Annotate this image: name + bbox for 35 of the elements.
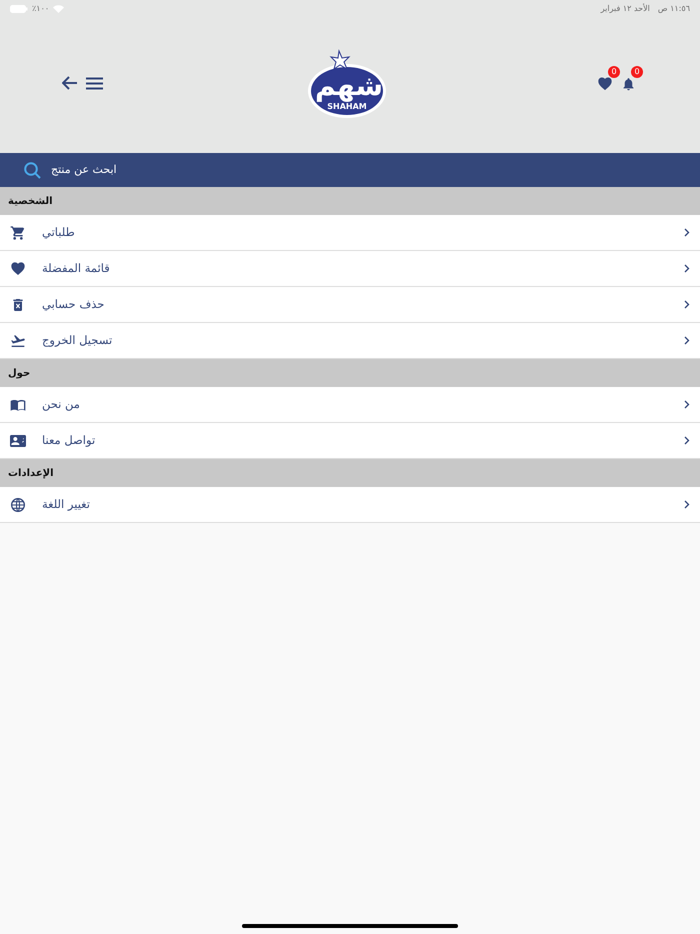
chevron-right-icon [684, 300, 690, 309]
contact-card-icon [10, 432, 26, 448]
cart-icon [10, 224, 26, 240]
section-header: الشخصية [8, 194, 53, 208]
menu-item[interactable]: طلباتي [0, 215, 700, 251]
battery-icon [10, 5, 28, 13]
menu-item[interactable]: من نحن [0, 387, 700, 423]
menu-item[interactable]: تغيير اللغة [0, 487, 700, 523]
chevron-right-icon [684, 436, 690, 445]
search-icon[interactable] [24, 162, 41, 178]
heart-icon [10, 260, 26, 276]
menu-item[interactable]: تسجيل الخروج [0, 323, 700, 359]
menu-item[interactable]: تواصل معنا [0, 423, 700, 459]
status-date: الأحد ١٢ فبراير [600, 3, 650, 15]
plane-icon [10, 332, 26, 348]
battery-percentage: ٪١٠٠ [32, 3, 50, 15]
count-badge: 0 [631, 66, 643, 78]
wifi-icon [53, 5, 64, 13]
chevron-right-icon [684, 400, 690, 409]
globe-icon [10, 496, 26, 512]
section-header: الإعدادات [8, 466, 54, 480]
menu-item[interactable]: قائمة المفضلة [0, 251, 700, 287]
menu-item[interactable]: حذف حسابي [0, 287, 700, 323]
chevron-right-icon [684, 264, 690, 273]
bell-icon[interactable] [621, 76, 636, 92]
section-header: حول [8, 366, 30, 380]
search-field[interactable]: ابحث عن منتج [49, 160, 249, 180]
status-time: ١١:٥٦ ص [658, 3, 690, 15]
heart-icon[interactable] [597, 76, 613, 92]
chevron-right-icon [684, 336, 690, 345]
back-arrow-icon[interactable] [62, 76, 78, 90]
count-badge: 0 [608, 66, 620, 78]
menu-icon[interactable] [86, 76, 103, 90]
chevron-right-icon [684, 228, 690, 237]
chevron-right-icon [684, 500, 690, 509]
